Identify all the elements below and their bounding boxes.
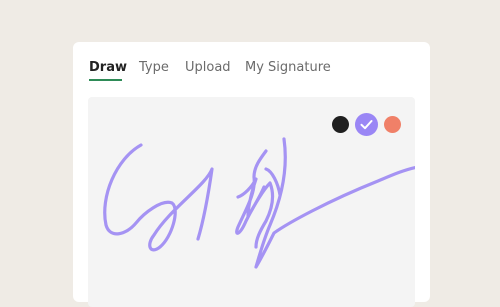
signature-draw-pad[interactable] — [88, 97, 415, 307]
tab-my-signature[interactable]: My Signature — [245, 60, 331, 75]
tab-draw[interactable]: Draw — [89, 60, 127, 75]
signature-stroke — [103, 137, 415, 269]
signature-card: Draw Type Upload My Signature — [73, 42, 430, 307]
active-tab-underline — [89, 79, 122, 81]
tab-upload[interactable]: Upload — [185, 60, 231, 75]
tab-type[interactable]: Type — [139, 60, 169, 75]
tab-bar: Draw Type Upload My Signature — [73, 42, 430, 96]
